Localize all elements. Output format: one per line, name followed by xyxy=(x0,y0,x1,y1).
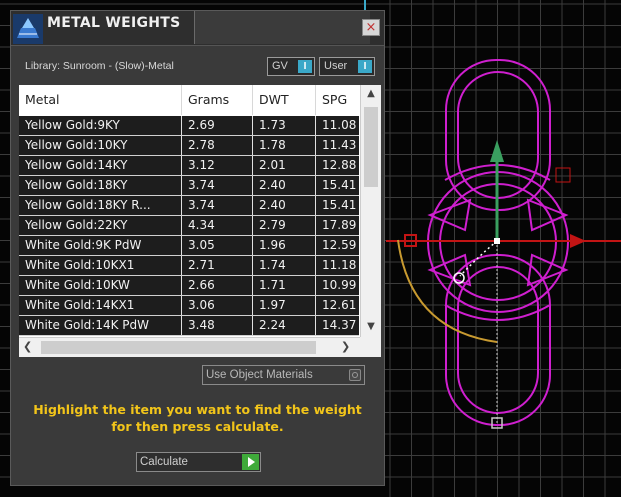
calculate-button[interactable]: Calculate xyxy=(136,452,261,472)
calculate-label: Calculate xyxy=(140,456,188,468)
use-object-materials-checkbox[interactable]: Use Object Materials xyxy=(202,365,365,385)
cell-spg: 11.43 xyxy=(322,138,357,152)
vertical-scroll-thumb[interactable] xyxy=(364,107,378,187)
cell-spg: 15.41 xyxy=(322,178,357,192)
column-header-metal[interactable]: Metal xyxy=(19,85,182,115)
cell-dwt: 2.40 xyxy=(253,176,316,195)
cell-dwt: 1.96 xyxy=(253,236,316,255)
cell-dwt: 2.01 xyxy=(253,156,316,175)
metal-weights-logo-icon xyxy=(13,14,43,44)
gv-toggle[interactable]: GV I xyxy=(267,57,315,76)
cell-grams: 3.74 xyxy=(182,176,253,195)
cell-grams: 3.06 xyxy=(182,296,253,315)
cell-metal: Yellow Gold:22KY xyxy=(19,216,182,235)
table-row[interactable]: Yellow Gold:14KY 3.12 2.01 12.88 xyxy=(19,156,359,176)
cell-dwt: 1.71 xyxy=(253,276,316,295)
table-row[interactable]: Yellow Gold:22KY 4.34 2.79 17.89 xyxy=(19,216,359,236)
cell-grams: 3.12 xyxy=(182,156,253,175)
table-row[interactable]: Yellow Gold:18KY 3.74 2.40 15.41 xyxy=(19,176,359,196)
table-body: Yellow Gold:9KY 2.69 1.73 11.08 Yellow Gold:… xyxy=(19,116,359,336)
play-arrow-icon xyxy=(242,454,259,470)
title-tab-area xyxy=(194,11,370,44)
use-object-materials-label: Use Object Materials xyxy=(206,369,313,381)
cell-metal: Yellow Gold:18KY R... xyxy=(19,196,182,215)
cell-metal: Yellow Gold:14KY xyxy=(19,156,182,175)
cell-spg: 12.61 xyxy=(322,298,357,312)
cell-dwt: 2.79 xyxy=(253,216,316,235)
cell-spg: 10.99 xyxy=(322,278,357,292)
gv-toggle-label: GV xyxy=(272,60,288,72)
table-row[interactable]: Yellow Gold:9KY 2.69 1.73 11.08 xyxy=(19,116,359,136)
user-toggle-knob: I xyxy=(358,60,372,73)
cell-spg: 11.18 xyxy=(322,258,357,272)
table-header: Metal Grams DWT SPG xyxy=(19,85,359,115)
column-header-grams[interactable]: Grams xyxy=(182,85,253,115)
instruction-line-2: for then press calculate. xyxy=(111,419,284,434)
table-row[interactable]: Yellow Gold:18KY R... 3.74 2.40 15.41 xyxy=(19,196,359,216)
gv-toggle-knob: I xyxy=(298,60,312,73)
cell-spg: 11.08 xyxy=(322,118,357,132)
scroll-down-icon[interactable]: ▼ xyxy=(361,321,381,332)
cell-grams: 2.78 xyxy=(182,136,253,155)
cell-grams: 4.34 xyxy=(182,216,253,235)
table-row[interactable]: White Gold:14KX1 3.06 1.97 12.61 xyxy=(19,296,359,316)
cell-dwt: 1.78 xyxy=(253,136,316,155)
cell-spg: 14.37 xyxy=(322,318,357,332)
window-title: METAL WEIGHTS xyxy=(47,15,181,31)
table-row[interactable]: White Gold:10KX1 2.71 1.74 11.18 xyxy=(19,256,359,276)
radio-icon xyxy=(349,369,361,381)
cell-dwt: 2.24 xyxy=(253,316,316,335)
cell-dwt: 2.40 xyxy=(253,196,316,215)
cell-spg: 17.89 xyxy=(322,218,357,232)
cell-dwt: 1.74 xyxy=(253,256,316,275)
metal-table: Metal Grams DWT SPG Yellow Gold:9KY 2.69 1… xyxy=(19,85,381,357)
scroll-up-icon[interactable]: ▲ xyxy=(361,88,381,99)
cell-metal: White Gold:10KX1 xyxy=(19,256,182,275)
metal-weights-panel: METAL WEIGHTS × Library: Sunroom - (Slow… xyxy=(10,10,385,486)
scroll-left-icon[interactable]: ❮ xyxy=(23,340,32,353)
table-row[interactable]: White Gold:10KW 2.66 1.71 10.99 xyxy=(19,276,359,296)
user-toggle[interactable]: User I xyxy=(319,57,375,76)
cell-grams: 3.48 xyxy=(182,316,253,335)
cell-grams: 2.69 xyxy=(182,116,253,135)
cell-metal: White Gold:9K PdW xyxy=(19,236,182,255)
cell-spg: 12.88 xyxy=(322,158,357,172)
library-label: Library: Sunroom - (Slow)-Metal xyxy=(25,60,174,72)
horizontal-scroll-thumb[interactable] xyxy=(41,341,316,354)
table-row[interactable]: Yellow Gold:10KY 2.78 1.78 11.43 xyxy=(19,136,359,156)
cell-metal: White Gold:14K PdW xyxy=(19,316,182,335)
instruction-line-1: Highlight the item you want to find the … xyxy=(33,402,362,417)
instruction-text: Highlight the item you want to find the … xyxy=(25,401,370,435)
scroll-right-icon[interactable]: ❯ xyxy=(341,340,350,353)
cell-spg: 12.59 xyxy=(322,238,357,252)
table-row[interactable]: White Gold:14K PdW 3.48 2.24 14.37 xyxy=(19,316,359,336)
column-header-dwt[interactable]: DWT xyxy=(253,85,316,115)
cell-metal: White Gold:14KX1 xyxy=(19,296,182,315)
cell-grams: 3.74 xyxy=(182,196,253,215)
cell-metal: White Gold:10KW xyxy=(19,276,182,295)
cell-dwt: 1.73 xyxy=(253,116,316,135)
cell-spg: 15.41 xyxy=(322,198,357,212)
table-row[interactable]: White Gold:9K PdW 3.05 1.96 12.59 xyxy=(19,236,359,256)
cell-dwt: 1.97 xyxy=(253,296,316,315)
title-bar[interactable]: METAL WEIGHTS × xyxy=(11,11,384,46)
scroll-corner xyxy=(360,337,381,357)
cell-grams: 2.71 xyxy=(182,256,253,275)
cell-grams: 3.05 xyxy=(182,236,253,255)
column-header-spg[interactable]: SPG xyxy=(316,85,366,115)
vertical-scrollbar[interactable]: ▲ ▼ xyxy=(360,85,381,337)
close-button[interactable]: × xyxy=(362,19,380,36)
cell-metal: Yellow Gold:10KY xyxy=(19,136,182,155)
cell-metal: Yellow Gold:9KY xyxy=(19,116,182,135)
cell-grams: 2.66 xyxy=(182,276,253,295)
cell-metal: Yellow Gold:18KY xyxy=(19,176,182,195)
horizontal-scrollbar[interactable]: ❮ ❯ xyxy=(19,337,360,357)
user-toggle-label: User xyxy=(324,60,348,72)
